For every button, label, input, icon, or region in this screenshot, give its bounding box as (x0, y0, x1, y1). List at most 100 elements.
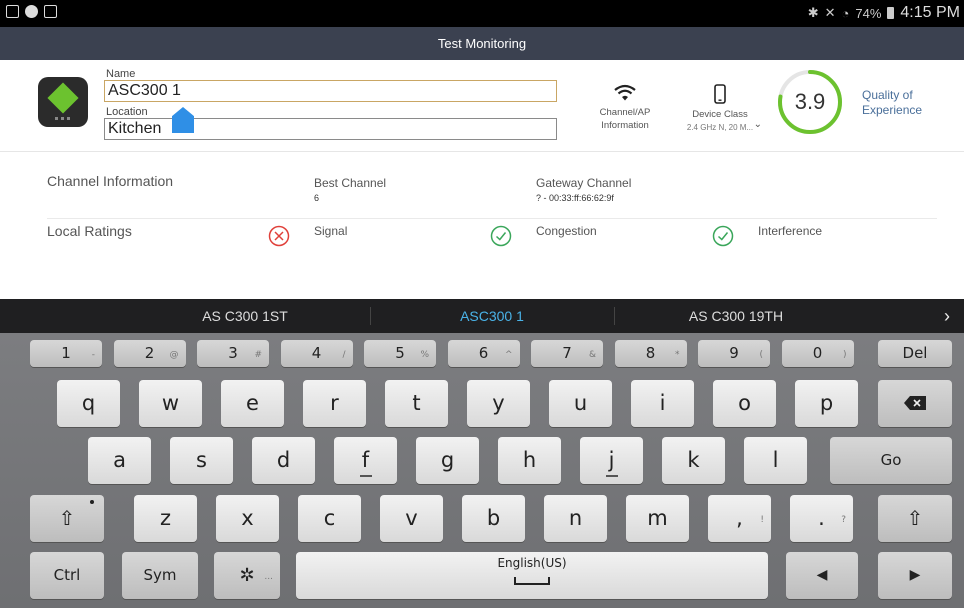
key-t[interactable]: t (385, 380, 448, 427)
key-7[interactable]: 7 & (531, 340, 603, 367)
chevron-down-icon: ⌄ (753, 119, 762, 130)
device-class-sub: 2.4 GHz N, 20 M... (686, 123, 754, 132)
section-divider (47, 218, 937, 219)
battery-icon (887, 7, 895, 19)
ctrl-key[interactable]: Ctrl (30, 552, 104, 599)
text-cursor-handle[interactable] (172, 107, 194, 133)
go-key[interactable]: Go (830, 437, 952, 484)
arrow-right-key[interactable]: ▶ (878, 552, 952, 599)
bluetooth-icon: ✱ (807, 5, 819, 20)
location-input[interactable]: Kitchen (104, 118, 557, 140)
key-y[interactable]: y (467, 380, 530, 427)
channel-ap-line1: Channel/AP (599, 107, 651, 118)
channel-ap-line2: Information (601, 120, 649, 131)
key-r[interactable]: r (303, 380, 366, 427)
backspace-key[interactable] (878, 380, 952, 427)
key-4[interactable]: 4/ (280, 340, 353, 367)
caps-dot (90, 500, 94, 504)
key-3[interactable]: 3 # (197, 340, 269, 367)
gateway-channel-label: Gateway Channel (536, 176, 632, 190)
key-o[interactable]: o (713, 380, 776, 427)
qoe-label-line2: Experience (862, 103, 923, 117)
device-class-label: Device Class (692, 109, 748, 120)
phone-icon (714, 84, 726, 104)
key-s[interactable]: s (170, 437, 233, 484)
key-m[interactable]: m (626, 495, 689, 542)
wifi-icon (614, 84, 636, 101)
suggestion-1[interactable]: AS C300 1ST (120, 299, 370, 333)
title-bar: Test Monitoring (0, 27, 964, 60)
key-h[interactable]: h (498, 437, 561, 484)
key-f[interactable]: f (334, 437, 397, 484)
sym-key[interactable]: Sym (122, 552, 198, 599)
channel-ap-button[interactable]: Channel/AP Information (590, 84, 660, 132)
app-notification-icon (25, 5, 38, 18)
interference-label: Interference (758, 224, 823, 238)
suggestion-2[interactable]: ASC300 1 (370, 299, 614, 333)
qoe-label-line1: Quality of (862, 88, 913, 102)
home-row-marker (359, 475, 372, 477)
space-key[interactable]: English(US) (296, 552, 768, 599)
on-screen-keyboard: 1- 2 @ 3 # 4/5% 6 ^ 7 & 8 * 9( 0) Del q w e r t y u i o p a s d f g h j… (0, 333, 964, 608)
arrow-left-key[interactable]: ◀ (786, 552, 858, 599)
name-label: Name (106, 68, 136, 80)
key-q[interactable]: q (57, 380, 120, 427)
period-key[interactable]: .? (790, 495, 853, 542)
comma-key[interactable]: ,! (708, 495, 771, 542)
key-p[interactable]: p (795, 380, 858, 427)
signal-label: Signal (314, 224, 348, 238)
key-5[interactable]: 5% (364, 340, 436, 367)
key-e[interactable]: e (221, 380, 284, 427)
key-j[interactable]: j (580, 437, 643, 484)
key-d[interactable]: d (252, 437, 315, 484)
key-n[interactable]: n (544, 495, 607, 542)
suggestion-3[interactable]: AS C300 19TH (614, 299, 858, 333)
key-1[interactable]: 1- (30, 340, 102, 367)
interference-ok-icon (712, 225, 734, 247)
key-v[interactable]: v (380, 495, 443, 542)
key-u[interactable]: u (549, 380, 612, 427)
key-w[interactable]: w (139, 380, 202, 427)
key-i[interactable]: i (631, 380, 694, 427)
key-8[interactable]: 8 * (614, 340, 687, 367)
shift-key-right[interactable]: ⇧ (878, 495, 952, 542)
key-a[interactable]: a (88, 437, 151, 484)
shift-key-left[interactable]: ⇧ (30, 495, 104, 542)
status-bar: ✱ ✕ ◔ 74% 4:15 PM (0, 0, 964, 27)
key-z[interactable]: z (134, 495, 197, 542)
key-g[interactable]: g (416, 437, 479, 484)
key-b[interactable]: b (462, 495, 525, 542)
local-ratings-title: Local Ratings (47, 223, 132, 239)
backspace-icon (904, 396, 926, 410)
location-label: Location (106, 106, 148, 118)
home-row-marker (605, 475, 618, 477)
space-bar-icon (514, 577, 550, 585)
name-input[interactable]: ASC300 1 (104, 80, 557, 102)
congestion-label: Congestion (536, 224, 597, 238)
key-2[interactable]: 2 @ (113, 340, 186, 367)
key-l[interactable]: l (744, 437, 807, 484)
device-class-dropdown[interactable]: Device Class 2.4 GHz N, 20 M... ⌄ (680, 84, 762, 134)
device-logo-icon (38, 77, 88, 127)
key-0[interactable]: 0) (781, 340, 854, 367)
key-x[interactable]: x (216, 495, 279, 542)
mail-notification-icon (44, 5, 57, 18)
best-channel-label: Best Channel (314, 176, 387, 190)
key-9[interactable]: 9( (698, 340, 770, 367)
page-title: Test Monitoring (437, 36, 527, 51)
mute-icon: ✕ (824, 5, 836, 20)
key-k[interactable]: k (662, 437, 725, 484)
key-c[interactable]: c (298, 495, 361, 542)
delete-key[interactable]: Del (878, 340, 952, 367)
settings-key[interactable]: ✲... (214, 552, 280, 599)
best-channel-value: 6 (314, 193, 320, 203)
gallery-notification-icon (6, 5, 19, 18)
battery-percent: 74% (855, 5, 882, 21)
gateway-channel-value: ? - 00:33:ff:66:62:9f (536, 193, 614, 203)
suggestion-bar: AS C300 1ST ASC300 1 AS C300 19TH › (0, 299, 964, 333)
chevron-right-icon[interactable]: › (944, 299, 950, 333)
channel-info-title: Channel Information (47, 173, 174, 189)
congestion-ok-icon (490, 225, 512, 247)
wifi-status-icon: ◔ (841, 5, 850, 21)
key-6[interactable]: 6 ^ (447, 340, 520, 367)
